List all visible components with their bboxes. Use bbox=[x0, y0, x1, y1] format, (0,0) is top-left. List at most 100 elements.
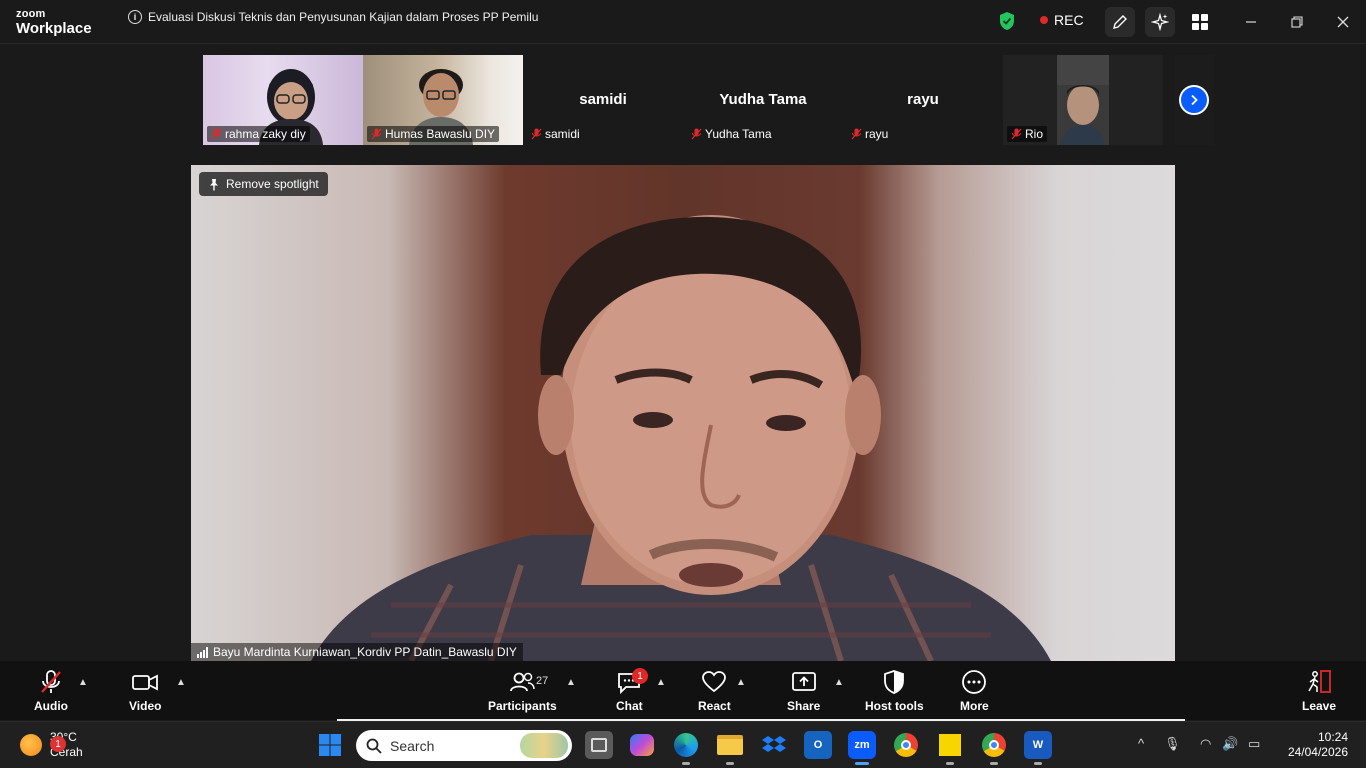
meeting-title[interactable]: i Evaluasi Diskusi Teknis dan Penyusunan… bbox=[128, 10, 538, 24]
edge-icon bbox=[674, 733, 698, 757]
participant-tile[interactable]: Rio bbox=[1003, 55, 1163, 145]
chevron-right-icon bbox=[1179, 85, 1209, 115]
mic-muted-icon bbox=[371, 128, 382, 140]
wifi-icon[interactable]: ◠ bbox=[1200, 736, 1211, 752]
title-bar: zoom Workplace i Evaluasi Diskusi Teknis… bbox=[0, 0, 1366, 44]
participant-label: Humas Bawaslu DIY bbox=[367, 126, 500, 142]
weather-sun-icon bbox=[20, 734, 42, 756]
participant-name: Humas Bawaslu DIY bbox=[385, 127, 496, 141]
participant-tile[interactable]: rahma zaky diy bbox=[203, 55, 363, 145]
sparkle-icon bbox=[1151, 13, 1169, 31]
zoom-app[interactable]: zm bbox=[848, 731, 876, 765]
participant-name: Rio bbox=[1025, 127, 1044, 141]
participants-label: Participants bbox=[488, 699, 557, 713]
rec-label: REC bbox=[1054, 12, 1084, 28]
logo-line2: Workplace bbox=[16, 20, 92, 37]
meeting-toolbar: Audio ▲ Video ▲ Participants 27 ▲ Chat 1… bbox=[0, 661, 1366, 720]
participant-strip: rahma zaky diy Humas Bawaslu DIY samidi … bbox=[203, 55, 1163, 145]
word-app[interactable]: W bbox=[1024, 731, 1052, 765]
dropbox-app[interactable] bbox=[760, 731, 788, 759]
more-label: More bbox=[960, 699, 989, 713]
running-indicator bbox=[990, 762, 998, 765]
copilot-icon bbox=[630, 734, 654, 756]
running-indicator bbox=[855, 762, 869, 765]
task-view-button[interactable] bbox=[585, 731, 613, 759]
react-options-caret-icon[interactable]: ▲ bbox=[736, 677, 746, 688]
restore-icon bbox=[1291, 16, 1303, 28]
participants-count: 27 bbox=[536, 675, 549, 687]
mic-muted-icon bbox=[851, 128, 862, 140]
remove-spotlight-button[interactable]: Remove spotlight bbox=[199, 172, 328, 196]
chrome-icon bbox=[894, 733, 918, 757]
sticky-notes-app[interactable] bbox=[936, 731, 964, 765]
windows-logo-icon bbox=[319, 734, 341, 756]
more-button[interactable]: More bbox=[960, 669, 989, 713]
leave-button[interactable]: Leave bbox=[1302, 669, 1336, 713]
participant-name-center: Yudha Tama bbox=[719, 91, 807, 108]
chat-options-caret-icon[interactable]: ▲ bbox=[656, 677, 666, 688]
video-button[interactable]: Video bbox=[129, 669, 161, 713]
participant-tile[interactable]: rayu rayu bbox=[843, 55, 1003, 145]
battery-icon[interactable]: ▭ bbox=[1248, 736, 1260, 752]
participant-name-center: samidi bbox=[579, 91, 627, 108]
chrome-app[interactable] bbox=[892, 731, 920, 759]
recording-indicator[interactable]: REC bbox=[1040, 12, 1084, 28]
audio-button[interactable]: Audio bbox=[34, 669, 68, 713]
mic-location-icon[interactable]: 🎙 bbox=[1164, 736, 1181, 752]
outlook-app[interactable]: O bbox=[804, 731, 832, 759]
speaker-name: Bayu Mardinta Kurniawan_Kordiv PP Datin_… bbox=[213, 645, 517, 659]
video-label: Video bbox=[129, 699, 162, 713]
participant-tile[interactable]: Humas Bawaslu DIY bbox=[363, 55, 523, 145]
chrome-profile-app[interactable] bbox=[980, 731, 1008, 765]
weather-widget[interactable]: 1 30°C Cerah bbox=[20, 730, 83, 760]
video-options-caret-icon[interactable]: ▲ bbox=[176, 677, 186, 688]
mic-muted-icon bbox=[38, 669, 64, 695]
ai-companion-button[interactable] bbox=[1145, 7, 1175, 37]
mic-muted-icon bbox=[691, 128, 702, 140]
copilot-app[interactable] bbox=[628, 731, 656, 759]
leave-label: Leave bbox=[1302, 699, 1337, 713]
participant-tile[interactable]: samidi samidi bbox=[523, 55, 683, 145]
audio-options-caret-icon[interactable]: ▲ bbox=[78, 677, 88, 688]
more-dots-icon bbox=[961, 669, 987, 695]
sticky-notes-icon bbox=[939, 734, 961, 756]
pencil-icon bbox=[1113, 15, 1127, 29]
running-indicator bbox=[946, 762, 954, 765]
file-explorer-app[interactable] bbox=[716, 731, 744, 765]
logo-line1: zoom bbox=[16, 8, 46, 20]
close-button[interactable] bbox=[1328, 7, 1358, 37]
restore-button[interactable] bbox=[1282, 7, 1312, 37]
taskbar-clock[interactable]: 10:24 24/04/2026 bbox=[1284, 730, 1348, 760]
meeting-title-text: Evaluasi Diskusi Teknis dan Penyusunan K… bbox=[148, 10, 539, 24]
recording-dot-icon bbox=[1040, 16, 1048, 24]
participants-options-caret-icon[interactable]: ▲ bbox=[566, 677, 576, 688]
shield-icon bbox=[883, 669, 905, 695]
strip-next-page-button[interactable] bbox=[1174, 55, 1214, 145]
host-tools-button[interactable]: Host tools bbox=[865, 669, 924, 713]
share-button[interactable]: Share bbox=[787, 669, 820, 713]
folder-icon bbox=[717, 735, 743, 755]
taskbar-search[interactable]: Search bbox=[356, 730, 572, 761]
participant-name-center: rayu bbox=[907, 91, 939, 108]
edge-app[interactable] bbox=[672, 731, 700, 765]
chat-unread-badge: 1 bbox=[632, 668, 648, 684]
apps-button[interactable] bbox=[1185, 7, 1215, 37]
annotate-button[interactable] bbox=[1105, 7, 1135, 37]
start-button[interactable] bbox=[316, 731, 344, 759]
security-shield-icon[interactable] bbox=[998, 11, 1016, 31]
volume-icon[interactable]: 🔊 bbox=[1222, 736, 1238, 752]
heart-icon bbox=[701, 669, 727, 695]
word-icon: W bbox=[1032, 739, 1044, 751]
spotlight-video[interactable]: Remove spotlight Bayu Mardinta Kurniawan… bbox=[191, 165, 1175, 661]
minimize-icon bbox=[1246, 21, 1256, 23]
info-icon[interactable]: i bbox=[128, 10, 142, 24]
participant-tile[interactable]: Yudha Tama Yudha Tama bbox=[683, 55, 843, 145]
participants-icon bbox=[508, 669, 536, 695]
chrome-profile-icon bbox=[982, 733, 1006, 757]
react-button[interactable]: React bbox=[698, 669, 731, 713]
minimize-button[interactable] bbox=[1236, 7, 1266, 37]
pin-icon bbox=[210, 178, 218, 190]
share-options-caret-icon[interactable]: ▲ bbox=[834, 677, 844, 688]
show-hidden-icons-chevron-icon[interactable]: ^ bbox=[1138, 736, 1144, 751]
apps-grid-icon bbox=[1192, 14, 1208, 30]
